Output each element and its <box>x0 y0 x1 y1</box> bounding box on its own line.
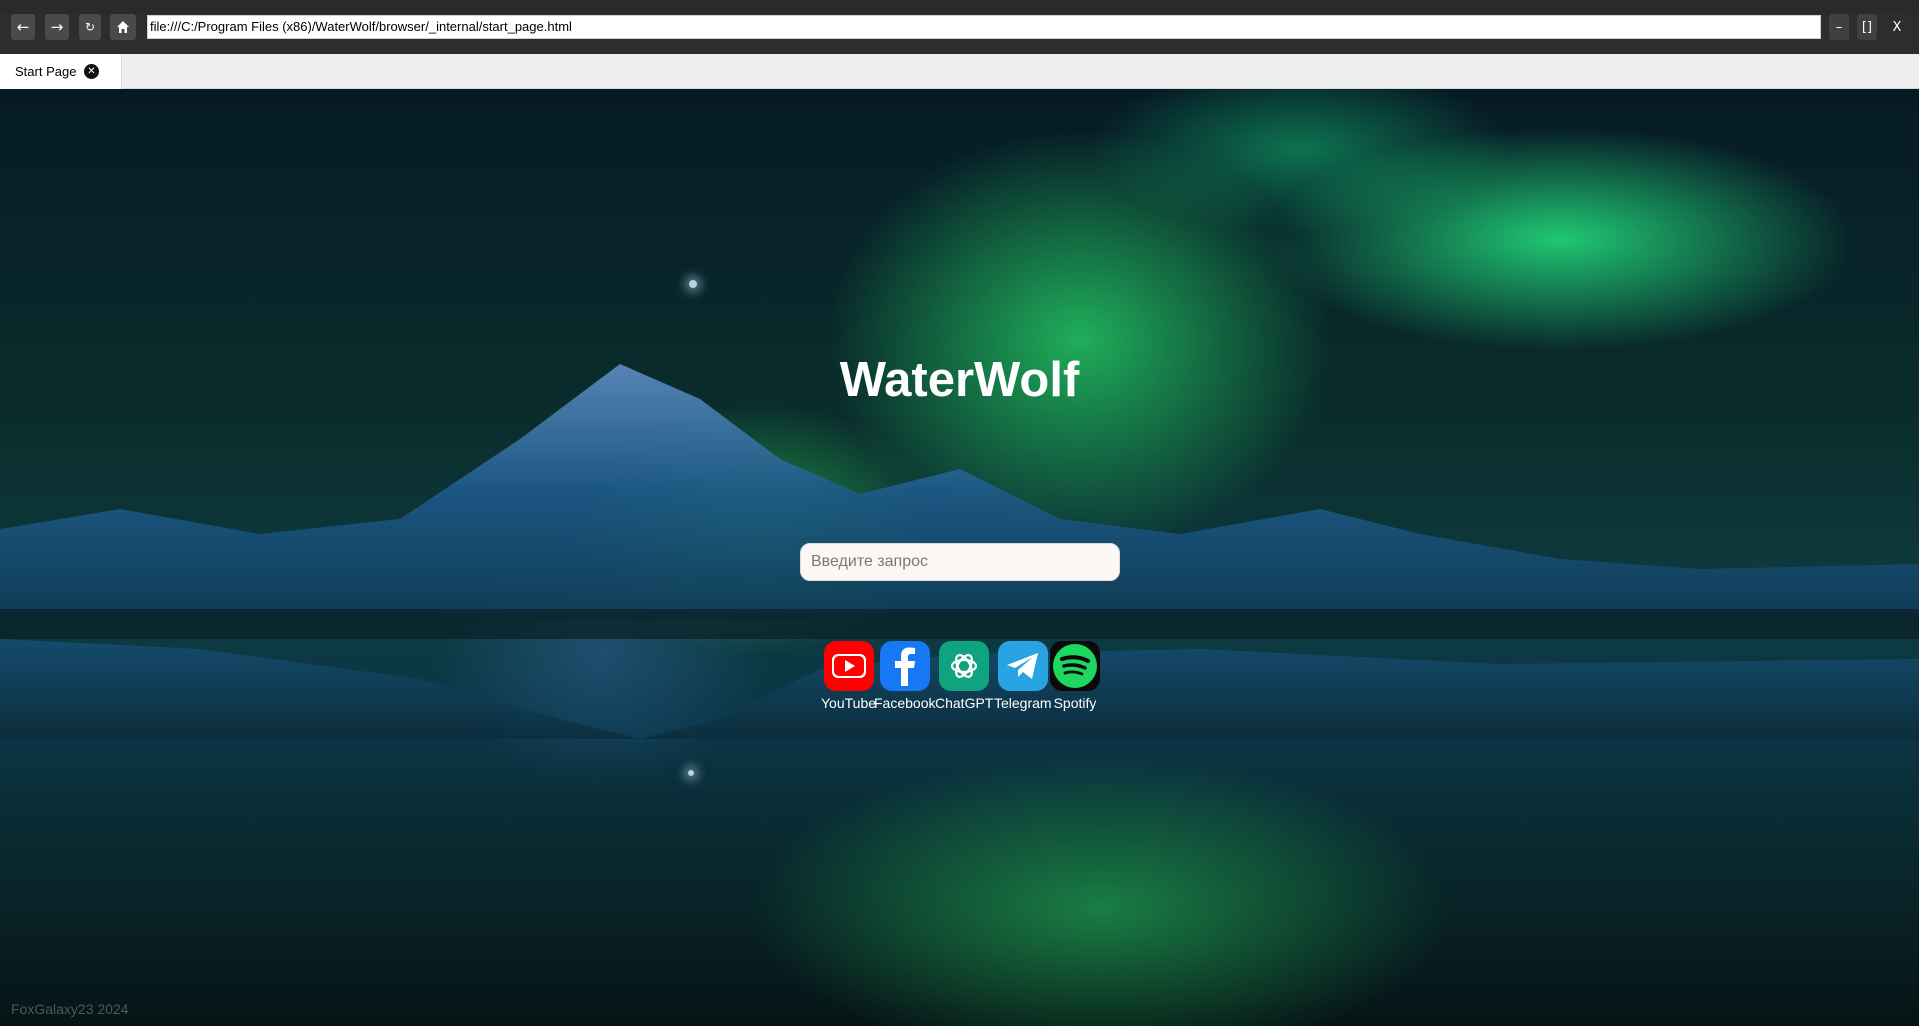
minimize-button[interactable]: – <box>1829 14 1849 40</box>
start-page-viewport: WaterWolf YouTube Facebook <box>0 89 1919 1026</box>
reload-icon: ↻ <box>84 20 96 34</box>
search-input[interactable] <box>800 543 1120 581</box>
tab-start-page[interactable]: Start Page ✕ <box>0 54 122 89</box>
tab-bar: Start Page ✕ <box>0 54 1919 89</box>
browser-toolbar: ← → ↻ file:///C:/Program Files (x86)/Wat… <box>0 0 1919 54</box>
address-bar[interactable]: file:///C:/Program Files (x86)/WaterWolf… <box>147 15 1821 39</box>
quick-link-label: Facebook <box>874 695 936 711</box>
maximize-icon: [] <box>1861 19 1873 35</box>
facebook-icon <box>879 641 930 691</box>
quick-link-label: Telegram <box>994 695 1052 711</box>
brand-title: WaterWolf <box>839 353 1080 407</box>
maximize-button[interactable]: [] <box>1857 14 1877 40</box>
minimize-icon: – <box>1835 19 1843 35</box>
close-icon: X <box>1892 19 1902 35</box>
quick-link-label: Spotify <box>1053 695 1097 711</box>
close-window-button[interactable]: X <box>1887 14 1907 40</box>
youtube-icon <box>823 641 874 691</box>
telegram-icon <box>997 641 1048 691</box>
quick-link-chatgpt[interactable]: ChatGPT <box>935 641 993 711</box>
forward-button[interactable]: → <box>45 14 69 40</box>
quick-link-facebook[interactable]: Facebook <box>874 641 935 711</box>
chatgpt-icon <box>939 641 990 691</box>
quick-link-telegram[interactable]: Telegram <box>994 641 1052 711</box>
tab-close-icon[interactable]: ✕ <box>84 64 99 79</box>
home-button[interactable] <box>110 14 136 40</box>
quick-links: YouTube Facebook ChatGPT Telegram Spotif… <box>0 641 1919 721</box>
footer-credit: FoxGalaxy23 2024 <box>11 1001 129 1017</box>
back-button[interactable]: ← <box>11 14 35 40</box>
title-strip <box>0 0 1919 14</box>
star-dot <box>689 280 697 288</box>
quick-link-label: YouTube <box>821 695 877 711</box>
back-arrow-icon: ← <box>16 18 30 36</box>
reload-button[interactable]: ↻ <box>79 14 101 40</box>
forward-arrow-icon: → <box>50 18 64 36</box>
quick-link-spotify[interactable]: Spotify <box>1050 641 1100 711</box>
tab-label: Start Page <box>15 64 77 79</box>
quick-link-youtube[interactable]: YouTube <box>821 641 876 711</box>
quick-link-label: ChatGPT <box>935 695 994 711</box>
star-dot <box>688 770 694 776</box>
home-icon <box>117 21 129 33</box>
spotify-icon <box>1050 641 1100 691</box>
